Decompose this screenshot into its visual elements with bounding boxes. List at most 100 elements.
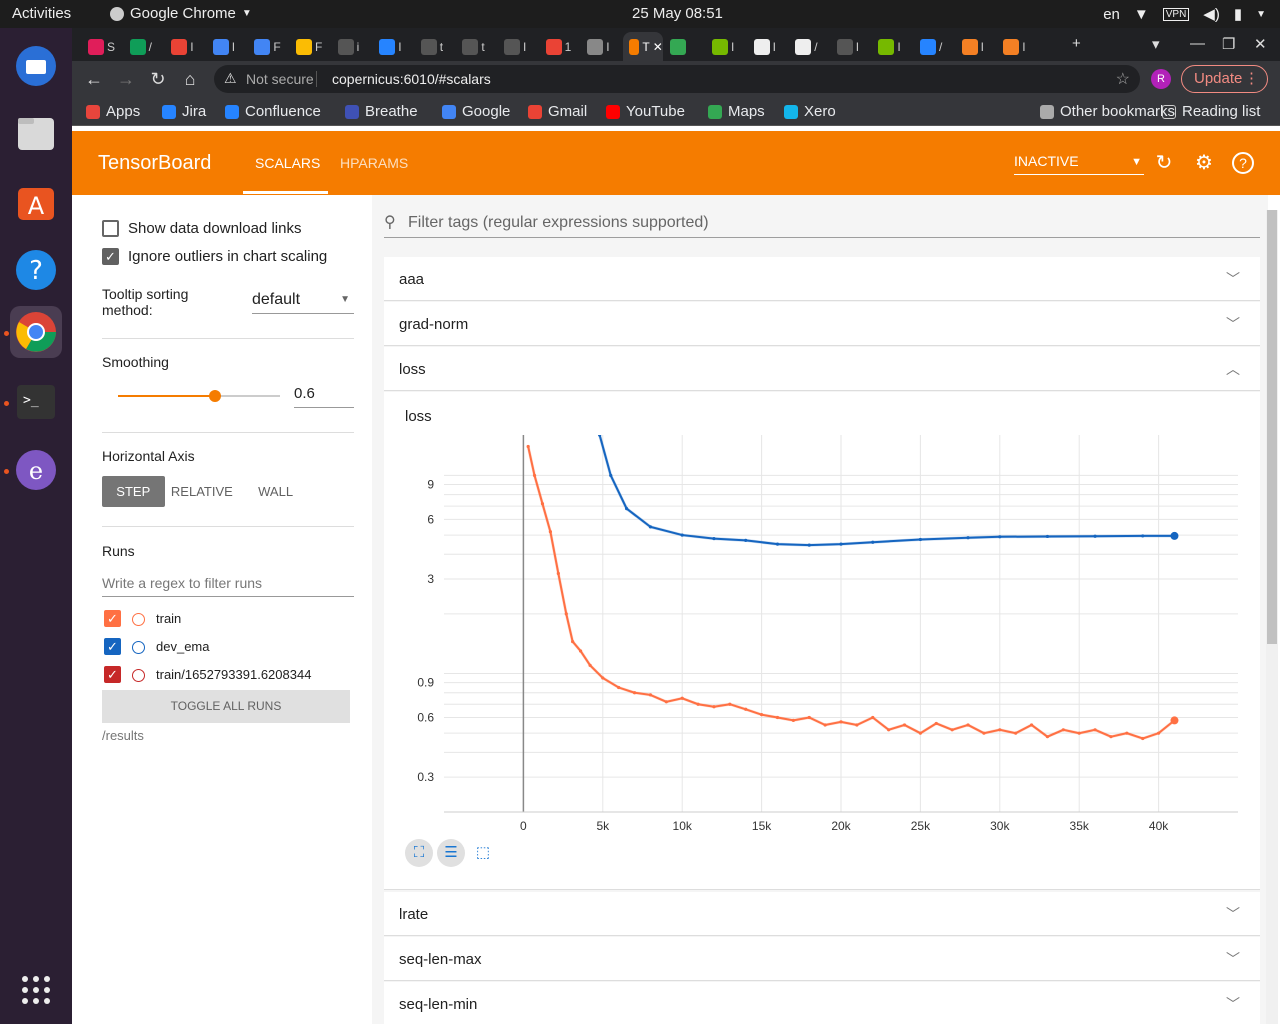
- bookmark-breathe[interactable]: Breathe: [345, 103, 418, 120]
- maximize-icon[interactable]: ❐: [1222, 35, 1235, 53]
- close-icon[interactable]: ✕: [1254, 35, 1267, 53]
- page-scrollbar[interactable]: [1266, 210, 1278, 1024]
- bookmark-xero[interactable]: Xero: [784, 103, 836, 120]
- home-button[interactable]: ⌂: [178, 67, 202, 91]
- tab-hparams[interactable]: HPARAMS: [340, 155, 408, 171]
- bookmark-youtube[interactable]: YouTube: [606, 103, 685, 120]
- minimize-icon[interactable]: —: [1190, 35, 1205, 52]
- bookmark-jira[interactable]: Jira: [162, 103, 206, 120]
- tag-group[interactable]: loss ︿: [384, 347, 1260, 391]
- browser-tab[interactable]: S: [82, 32, 122, 61]
- url-text[interactable]: copernicus:6010/#scalars: [332, 71, 491, 87]
- run-color-swatch[interactable]: [132, 669, 145, 682]
- activities-button[interactable]: Activities: [12, 5, 71, 22]
- browser-tab[interactable]: I: [872, 32, 912, 61]
- tensorboard-logo[interactable]: TensorBoard: [98, 152, 211, 175]
- tag-group[interactable]: aaa ﹀: [384, 257, 1260, 301]
- scrollbar-thumb[interactable]: [1267, 210, 1277, 644]
- axis-step-button[interactable]: STEP: [102, 476, 165, 507]
- log-scale-toggle-icon[interactable]: ☰: [437, 839, 465, 867]
- bookmark-gmail[interactable]: Gmail: [528, 103, 587, 120]
- tooltip-sorting-select[interactable]: default ▼: [252, 291, 354, 314]
- terminal-icon[interactable]: >_: [10, 376, 62, 428]
- browser-tab[interactable]: [664, 32, 704, 61]
- clock[interactable]: 25 May 08:51: [632, 5, 723, 22]
- browser-tab[interactable]: t: [415, 32, 455, 61]
- close-tab-icon[interactable]: ✕: [653, 40, 663, 54]
- ignore-outliers-checkbox[interactable]: ✓: [102, 248, 119, 265]
- software-center-icon[interactable]: A: [10, 176, 62, 228]
- browser-tab[interactable]: I: [706, 32, 746, 61]
- browser-tab[interactable]: /: [914, 32, 954, 61]
- emacs-icon[interactable]: e: [10, 444, 62, 496]
- smoothing-input[interactable]: 0.6: [294, 385, 354, 408]
- run-color-swatch[interactable]: [132, 613, 145, 626]
- browser-tab[interactable]: i: [332, 32, 372, 61]
- browser-tab[interactable]: /: [124, 32, 164, 61]
- tag-group[interactable]: grad-norm ﹀: [384, 302, 1260, 346]
- browser-tab[interactable]: I: [498, 32, 538, 61]
- bookmark-star-icon[interactable]: ☆: [1116, 69, 1130, 89]
- run-color-swatch[interactable]: [132, 641, 145, 654]
- axis-wall-button[interactable]: WALL: [239, 476, 312, 507]
- tag-group[interactable]: seq-len-min ﹀: [384, 982, 1260, 1024]
- help-icon[interactable]: ?: [10, 244, 62, 296]
- bookmark-confluence[interactable]: Confluence: [225, 103, 321, 120]
- other-bookmarks[interactable]: Other bookmarks: [1040, 103, 1175, 120]
- bookmark-maps[interactable]: Maps: [708, 103, 765, 120]
- app-menu[interactable]: Google Chrome ▼: [110, 5, 252, 22]
- smoothing-slider-thumb[interactable]: [209, 390, 222, 402]
- tag-group[interactable]: seq-len-max ﹀: [384, 937, 1260, 981]
- profile-avatar[interactable]: R: [1151, 69, 1171, 89]
- back-button[interactable]: ←: [82, 67, 106, 91]
- fit-domain-icon[interactable]: ⬚: [469, 839, 497, 867]
- browser-tab[interactable]: I: [165, 32, 205, 61]
- show-download-links-checkbox[interactable]: [102, 220, 119, 237]
- thunderbird-icon[interactable]: [10, 40, 62, 92]
- reload-button[interactable]: ↻: [146, 67, 170, 91]
- browser-tab[interactable]: 1: [540, 32, 580, 61]
- help-icon[interactable]: ?: [1232, 152, 1254, 174]
- run-checkbox[interactable]: ✓: [104, 638, 121, 655]
- fullscreen-icon[interactable]: ⛶: [405, 839, 433, 867]
- browser-tab[interactable]: I: [997, 32, 1037, 61]
- browser-tab[interactable]: I: [831, 32, 871, 61]
- tab-scalars[interactable]: SCALARS: [255, 155, 320, 171]
- runs-filter-input[interactable]: Write a regex to filter runs: [102, 575, 354, 597]
- browser-tab[interactable]: t: [456, 32, 496, 61]
- browser-tab[interactable]: F: [248, 32, 288, 61]
- address-bar[interactable]: ⚠ Not secure copernicus:6010/#scalars ☆: [214, 65, 1140, 93]
- update-button[interactable]: Update ⋮: [1181, 65, 1268, 93]
- forward-button[interactable]: →: [114, 67, 138, 91]
- bookmark-apps[interactable]: Apps: [86, 103, 140, 120]
- browser-tab[interactable]: I: [956, 32, 996, 61]
- plugin-select[interactable]: INACTIVE ▼: [1014, 153, 1144, 175]
- refresh-icon[interactable]: ↻: [1152, 151, 1176, 175]
- browser-tab[interactable]: T ✕: [622, 32, 663, 61]
- tag-group[interactable]: lrate ﹀: [384, 892, 1260, 936]
- browser-tab[interactable]: F: [290, 32, 330, 61]
- browser-tab[interactable]: I: [581, 32, 621, 61]
- loss-chart[interactable]: 0 5k 10k 15k 20k 25k 30k 35k 40k 0.3 0.6 0.9 3 6 9: [384, 430, 1260, 870]
- warning-icon[interactable]: ⚠: [224, 70, 237, 87]
- axis-relative-button[interactable]: RELATIVE: [165, 476, 240, 507]
- browser-tab[interactable]: I: [748, 32, 788, 61]
- new-tab-icon[interactable]: +: [1072, 35, 1081, 52]
- security-indicator[interactable]: Not secure: [246, 71, 314, 87]
- files-icon[interactable]: [10, 108, 62, 160]
- system-tray[interactable]: en ▼ VPN ◀) ▮ ▼: [1103, 5, 1266, 24]
- browser-tab[interactable]: I: [207, 32, 247, 61]
- language-indicator[interactable]: en: [1103, 6, 1120, 23]
- chrome-dock-icon[interactable]: [10, 306, 62, 358]
- bookmark-google[interactable]: Google: [442, 103, 510, 120]
- run-checkbox[interactable]: ✓: [104, 666, 121, 683]
- reading-list[interactable]: Reading list: [1162, 103, 1260, 120]
- gear-icon[interactable]: ⚙: [1192, 151, 1216, 175]
- run-checkbox[interactable]: ✓: [104, 610, 121, 627]
- toggle-all-runs-button[interactable]: TOGGLE ALL RUNS: [102, 690, 350, 723]
- tab-search-icon[interactable]: ▾: [1152, 35, 1160, 53]
- tag-filter-input[interactable]: ⚲ Filter tags (regular expressions suppo…: [384, 210, 1260, 238]
- browser-tab[interactable]: /: [789, 32, 829, 61]
- browser-tab[interactable]: I: [373, 32, 413, 61]
- app-grid-icon[interactable]: [10, 964, 62, 1016]
